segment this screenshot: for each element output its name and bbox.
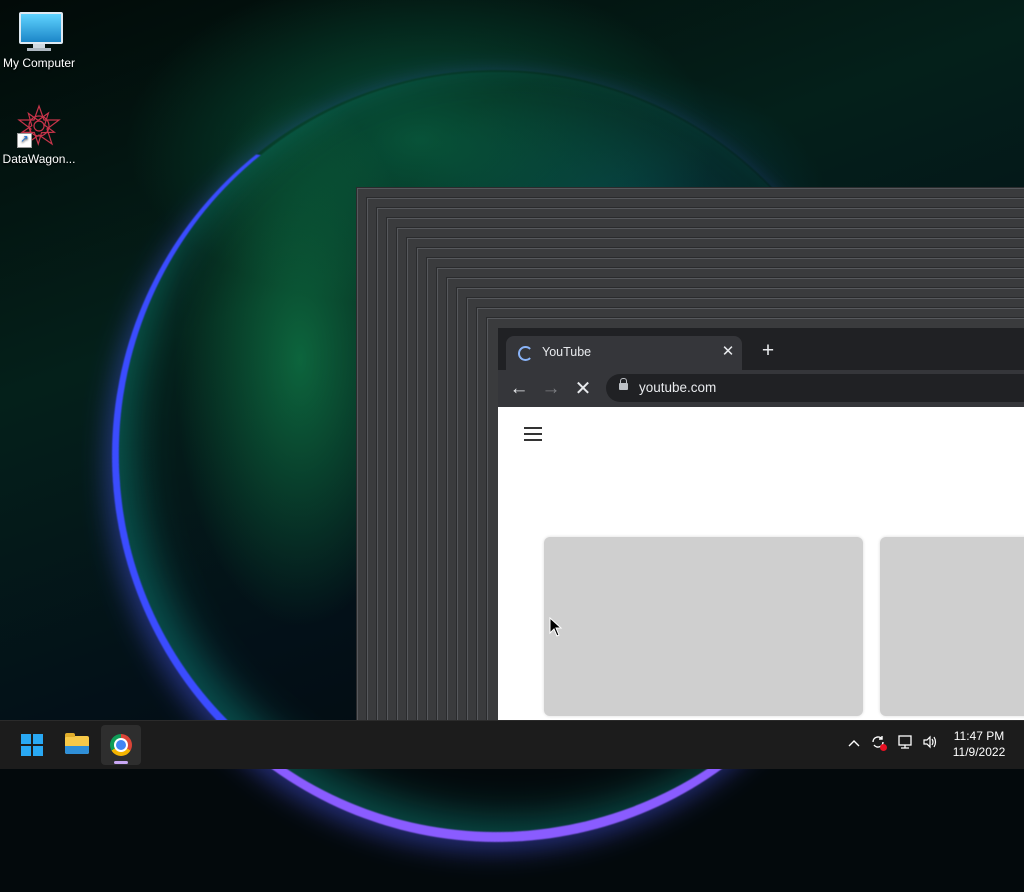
show-hidden-icons-chevron-icon[interactable] [844, 733, 864, 753]
browser-window[interactable]: YouTube ✕ + ← → ✕ youtube.com [498, 328, 1024, 720]
page-viewport [498, 407, 1024, 720]
tab-title: YouTube [542, 345, 592, 359]
desktop-icon-label: My Computer [2, 56, 76, 70]
sync-status-icon[interactable] [868, 733, 888, 753]
desktop-icon-label: DataWagon... [2, 152, 76, 166]
desktop-icon-datawagon[interactable]: ↗ DataWagon... [0, 104, 78, 166]
forward-button[interactable]: → [537, 375, 565, 403]
tab-strip: YouTube ✕ + [498, 328, 1024, 370]
taskbar-clock[interactable]: 11:47 PM 11/9/2022 [946, 728, 1012, 760]
browser-toolbar: ← → ✕ youtube.com [498, 370, 1024, 407]
close-tab-button[interactable]: ✕ [718, 342, 738, 362]
stop-loading-button[interactable]: ✕ [569, 375, 597, 403]
tab-youtube[interactable]: YouTube ✕ [506, 336, 742, 370]
hamburger-menu-icon[interactable] [524, 427, 542, 441]
address-bar[interactable]: youtube.com [606, 374, 1024, 402]
chrome-taskbar-button[interactable] [101, 725, 141, 765]
new-tab-button[interactable]: + [757, 340, 779, 362]
network-icon[interactable] [895, 733, 915, 753]
computer-monitor-icon [17, 8, 63, 52]
clock-date: 11/9/2022 [952, 745, 1006, 759]
back-button[interactable]: ← [505, 375, 533, 403]
address-bar-url: youtube.com [639, 380, 717, 395]
clock-time: 11:47 PM [953, 729, 1005, 743]
mouse-cursor-icon [549, 617, 563, 637]
lock-icon[interactable] [619, 378, 628, 390]
video-thumbnail-placeholder [544, 537, 863, 716]
shortcut-arrow-icon: ↗ [17, 133, 32, 148]
windows-start-icon [21, 734, 43, 756]
running-indicator [114, 761, 128, 764]
datawagon-logo-icon: ↗ [17, 104, 61, 148]
start-button[interactable] [12, 725, 52, 765]
file-explorer-button[interactable] [57, 725, 97, 765]
chrome-icon [110, 734, 132, 756]
volume-icon[interactable] [920, 733, 940, 753]
desktop-icon-my-computer[interactable]: My Computer [0, 8, 78, 70]
taskbar: 11:47 PM 11/9/2022 [0, 720, 1024, 769]
loading-spinner-icon [518, 346, 533, 361]
video-thumbnail-placeholder [880, 537, 1024, 716]
